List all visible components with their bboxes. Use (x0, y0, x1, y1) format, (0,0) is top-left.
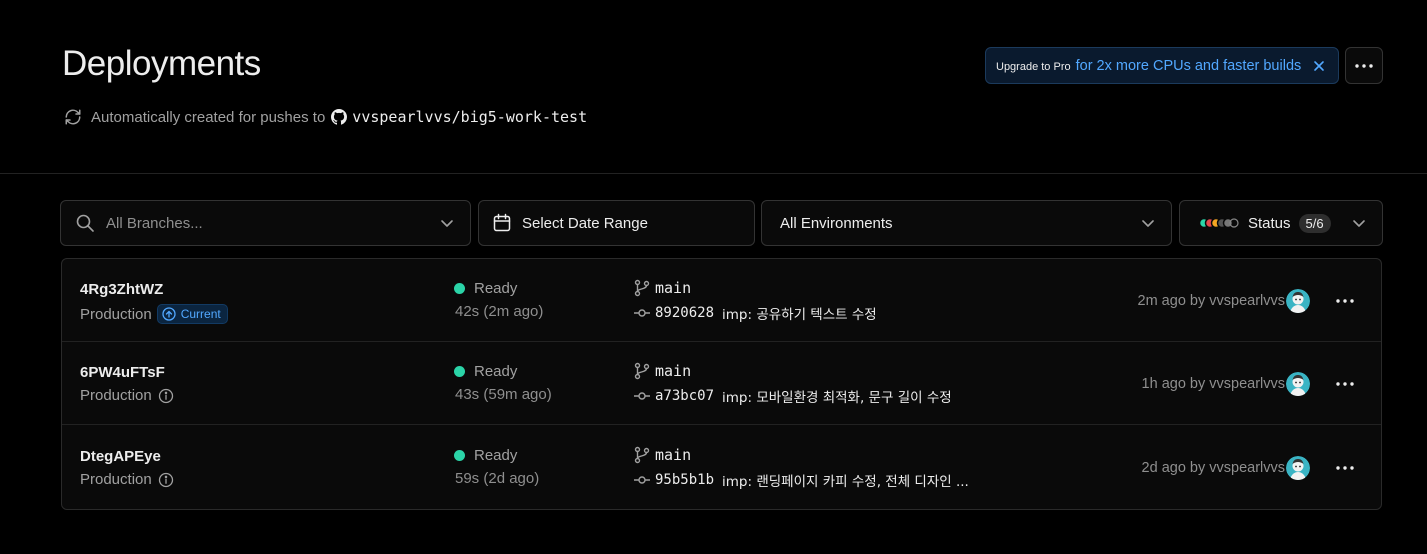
deployment-row[interactable]: DtegAPEye Production Ready 59s (2d ago) … (62, 426, 1381, 509)
status-dots-icon (1198, 217, 1242, 229)
ready-dot (454, 450, 465, 461)
avatar[interactable] (1286, 372, 1310, 396)
close-icon[interactable] (1311, 58, 1327, 74)
git-branch-icon (633, 446, 651, 464)
upgrade-banner[interactable]: Upgrade to Pro for 2x more CPUs and fast… (985, 47, 1339, 84)
calendar-icon (492, 213, 512, 233)
deployment-environment: Production Current (80, 304, 228, 324)
row-more-button[interactable] (1332, 288, 1358, 314)
status-text: Ready (474, 280, 518, 297)
current-badge: Current (156, 304, 228, 324)
status-indicator: Ready (454, 363, 517, 380)
subtitle-text: Automatically created for pushes to (91, 108, 326, 126)
commit-message[interactable]: imp: 랜딩페이지 카피 수정, 전체 디자인 ... (722, 470, 969, 490)
deployment-id[interactable]: 6PW4uFTsF (80, 364, 165, 381)
build-duration: 59s (2d ago) (455, 470, 540, 487)
status-count-badge: 5/6 (1298, 213, 1331, 233)
branch-link[interactable]: main (633, 362, 691, 380)
deployments-list: 4Rg3ZhtWZ Production Current Ready 42s (… (61, 258, 1382, 510)
commit-sha[interactable]: a73bc07 (655, 388, 714, 404)
branch-name[interactable]: main (655, 279, 691, 297)
row-more-button[interactable] (1332, 455, 1358, 481)
build-duration: 42s (2m ago) (455, 303, 544, 320)
git-commit-icon (633, 389, 651, 403)
branch-link[interactable]: main (633, 279, 691, 297)
branch-name[interactable]: main (655, 362, 691, 380)
commit-message[interactable]: imp: 공유하기 텍스트 수정 (722, 303, 877, 323)
git-branch-icon (633, 362, 651, 380)
sync-icon (64, 108, 82, 126)
environment-label: Production (80, 387, 152, 404)
git-commit-icon (633, 473, 651, 487)
info-icon[interactable] (158, 388, 174, 404)
status-label: Status (1248, 214, 1291, 232)
deployment-id[interactable]: 4Rg3ZhtWZ (80, 281, 163, 298)
environment-select[interactable]: All Environments (761, 200, 1172, 246)
status-text: Ready (474, 447, 518, 464)
ready-dot (454, 366, 465, 377)
deployment-environment: Production (80, 471, 174, 488)
deployment-meta: 1h ago by vvspearlvvs (1141, 376, 1285, 392)
commit-sha[interactable]: 95b5b1b (655, 472, 714, 488)
section-divider (0, 173, 1427, 174)
deployment-environment: Production (80, 387, 174, 404)
git-branch-icon (633, 279, 651, 297)
repo-link[interactable]: vvspearlvvs/big5-work-test (352, 108, 587, 126)
info-icon[interactable] (158, 472, 174, 488)
branch-link[interactable]: main (633, 446, 691, 464)
chevron-down-icon (438, 214, 456, 232)
ready-dot (454, 283, 465, 294)
upgrade-label[interactable]: Upgrade to Pro (996, 61, 1071, 73)
upgrade-promo[interactable]: for 2x more CPUs and faster builds (1076, 58, 1302, 74)
more-icon (1336, 466, 1354, 470)
date-range-label: Select Date Range (522, 214, 648, 232)
status-filter[interactable]: Status 5/6 (1179, 200, 1383, 246)
status-indicator: Ready (454, 280, 517, 297)
page-title: Deployments (62, 44, 261, 83)
branch-search-input[interactable] (106, 214, 426, 232)
deployment-meta: 2m ago by vvspearlvvs (1137, 293, 1285, 309)
date-range-button[interactable]: Select Date Range (478, 200, 755, 246)
commit-info[interactable]: 8920628 imp: 공유하기 텍스트 수정 (633, 303, 877, 323)
git-commit-icon (633, 306, 651, 320)
environment-label: Production (80, 471, 152, 488)
more-icon (1355, 63, 1373, 68)
deployment-row[interactable]: 4Rg3ZhtWZ Production Current Ready 42s (… (62, 259, 1381, 342)
search-icon (75, 213, 95, 233)
branch-name[interactable]: main (655, 446, 691, 464)
github-icon (331, 109, 348, 125)
deployment-id[interactable]: DtegAPEye (80, 448, 161, 465)
commit-info[interactable]: 95b5b1b imp: 랜딩페이지 카피 수정, 전체 디자인 ... (633, 470, 969, 490)
deployment-meta: 2d ago by vvspearlvvs (1141, 460, 1285, 476)
environment-label: All Environments (780, 214, 893, 232)
status-text: Ready (474, 363, 518, 380)
arrow-up-circle-icon (162, 307, 176, 321)
more-icon (1336, 382, 1354, 386)
commit-info[interactable]: a73bc07 imp: 모바일환경 최적화, 문구 길이 수정 (633, 386, 952, 406)
chevron-down-icon (1350, 214, 1368, 232)
avatar[interactable] (1286, 289, 1310, 313)
row-more-button[interactable] (1332, 371, 1358, 397)
more-options-button[interactable] (1345, 47, 1383, 84)
commit-sha[interactable]: 8920628 (655, 305, 714, 321)
commit-message[interactable]: imp: 모바일환경 최적화, 문구 길이 수정 (722, 386, 952, 406)
current-badge-label: Current (180, 307, 221, 321)
branch-filter[interactable] (60, 200, 471, 246)
environment-label: Production (80, 305, 152, 323)
more-icon (1336, 299, 1354, 303)
repo-subtitle: Automatically created for pushes to vvsp… (64, 106, 587, 128)
status-indicator: Ready (454, 447, 517, 464)
deployment-row[interactable]: 6PW4uFTsF Production Ready 43s (59m ago)… (62, 342, 1381, 425)
avatar[interactable] (1286, 456, 1310, 480)
build-duration: 43s (59m ago) (455, 386, 552, 403)
chevron-down-icon (1139, 214, 1157, 232)
